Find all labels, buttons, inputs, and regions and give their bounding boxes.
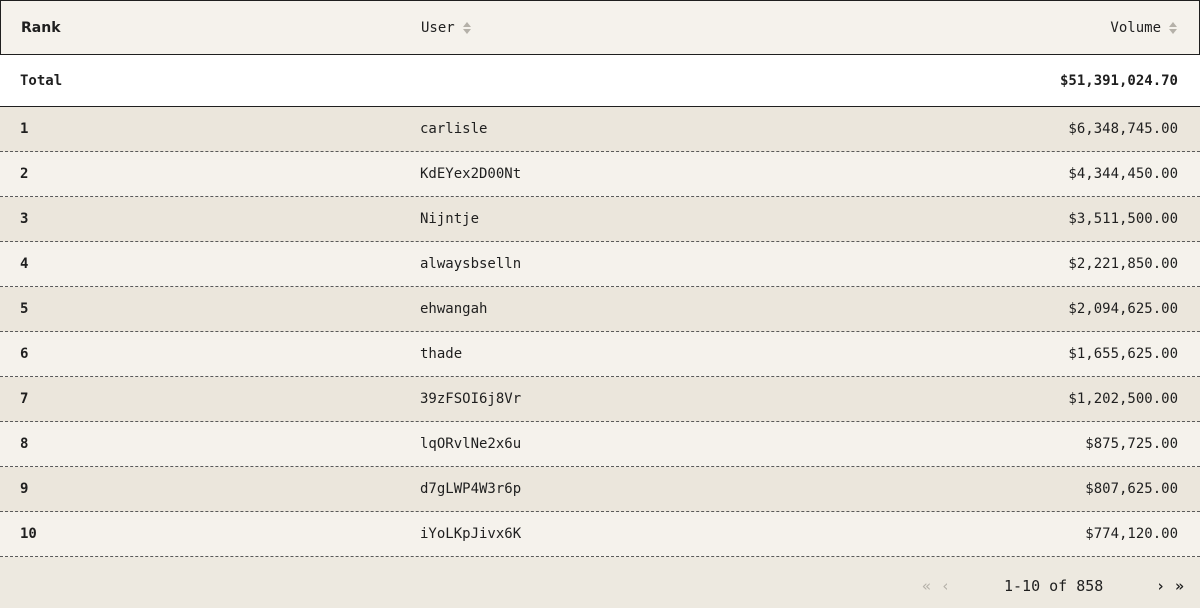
row-volume: $4,344,450.00 xyxy=(1068,166,1178,182)
prev-page-button[interactable]: ‹ xyxy=(941,577,950,595)
total-label: Total xyxy=(20,72,63,89)
volume-header[interactable]: Volume xyxy=(1110,1,1177,54)
row-user: 39zFSOI6j8Vr xyxy=(420,391,522,407)
row-volume: $875,725.00 xyxy=(1085,436,1178,452)
row-rank: 9 xyxy=(20,481,29,497)
rank-header: Rank xyxy=(21,1,61,54)
table-row: 6 thade $1,655,625.00 xyxy=(0,332,1200,377)
sort-icon[interactable] xyxy=(462,21,471,34)
row-user: iYoLKpJivx6K xyxy=(420,526,522,542)
row-rank: 1 xyxy=(20,121,29,137)
row-user: Nijntje xyxy=(420,211,480,227)
sort-icon[interactable] xyxy=(1169,21,1177,34)
row-rank: 7 xyxy=(20,391,29,407)
table-row: 3 Nijntje $3,511,500.00 xyxy=(0,197,1200,242)
table-header: Rank User Volume xyxy=(0,0,1200,55)
row-volume: $774,120.00 xyxy=(1085,526,1178,542)
leaderboard-table: Rank User Volume Total $51,391,024.70 1 c… xyxy=(0,0,1200,608)
row-user: alwaysbselln xyxy=(420,256,522,272)
row-user: lqORvlNe2x6u xyxy=(420,436,522,452)
user-header-label[interactable]: User xyxy=(421,20,455,36)
user-header[interactable]: User xyxy=(421,1,471,54)
row-volume: $2,094,625.00 xyxy=(1068,301,1178,317)
row-rank: 3 xyxy=(20,211,29,227)
row-user: d7gLWP4W3r6p xyxy=(420,481,522,497)
row-rank: 4 xyxy=(20,256,29,272)
table-row: 7 39zFSOI6j8Vr $1,202,500.00 xyxy=(0,377,1200,422)
total-volume: $51,391,024.70 xyxy=(1059,72,1178,89)
table-row: 1 carlisle $6,348,745.00 xyxy=(0,107,1200,152)
row-rank: 5 xyxy=(20,301,29,317)
first-page-button[interactable]: « xyxy=(922,577,931,595)
table-row: 5 ehwangah $2,094,625.00 xyxy=(0,287,1200,332)
table-row: 10 iYoLKpJivx6K $774,120.00 xyxy=(0,512,1200,557)
row-rank: 8 xyxy=(20,436,29,452)
row-volume: $1,655,625.00 xyxy=(1068,346,1178,362)
row-rank: 2 xyxy=(20,166,29,182)
table-row: 2 KdEYex2D00Nt $4,344,450.00 xyxy=(0,152,1200,197)
next-page-button[interactable]: › xyxy=(1156,577,1165,595)
row-rank: 6 xyxy=(20,346,29,362)
row-volume: $2,221,850.00 xyxy=(1068,256,1178,272)
row-volume: $807,625.00 xyxy=(1085,481,1178,497)
row-volume: $1,202,500.00 xyxy=(1068,391,1178,407)
table-row: 9 d7gLWP4W3r6p $807,625.00 xyxy=(0,467,1200,512)
total-row: Total $51,391,024.70 xyxy=(0,55,1200,107)
volume-header-label[interactable]: Volume xyxy=(1110,20,1161,36)
pagination-first-prev: « ‹ xyxy=(922,572,950,600)
rank-header-label: Rank xyxy=(21,19,61,36)
row-user: ehwangah xyxy=(420,301,488,317)
table-row: 8 lqORvlNe2x6u $875,725.00 xyxy=(0,422,1200,467)
pagination-next-last: › » xyxy=(1156,572,1184,600)
pagination-range: 1-10 of 858 xyxy=(1004,577,1104,595)
row-rank: 10 xyxy=(20,526,37,542)
row-user: thade xyxy=(420,346,463,362)
last-page-button[interactable]: » xyxy=(1175,577,1184,595)
row-volume: $3,511,500.00 xyxy=(1068,211,1178,227)
table-row: 4 alwaysbselln $2,221,850.00 xyxy=(0,242,1200,287)
row-volume: $6,348,745.00 xyxy=(1068,121,1178,137)
row-user: KdEYex2D00Nt xyxy=(420,166,522,182)
row-user: carlisle xyxy=(420,121,488,137)
